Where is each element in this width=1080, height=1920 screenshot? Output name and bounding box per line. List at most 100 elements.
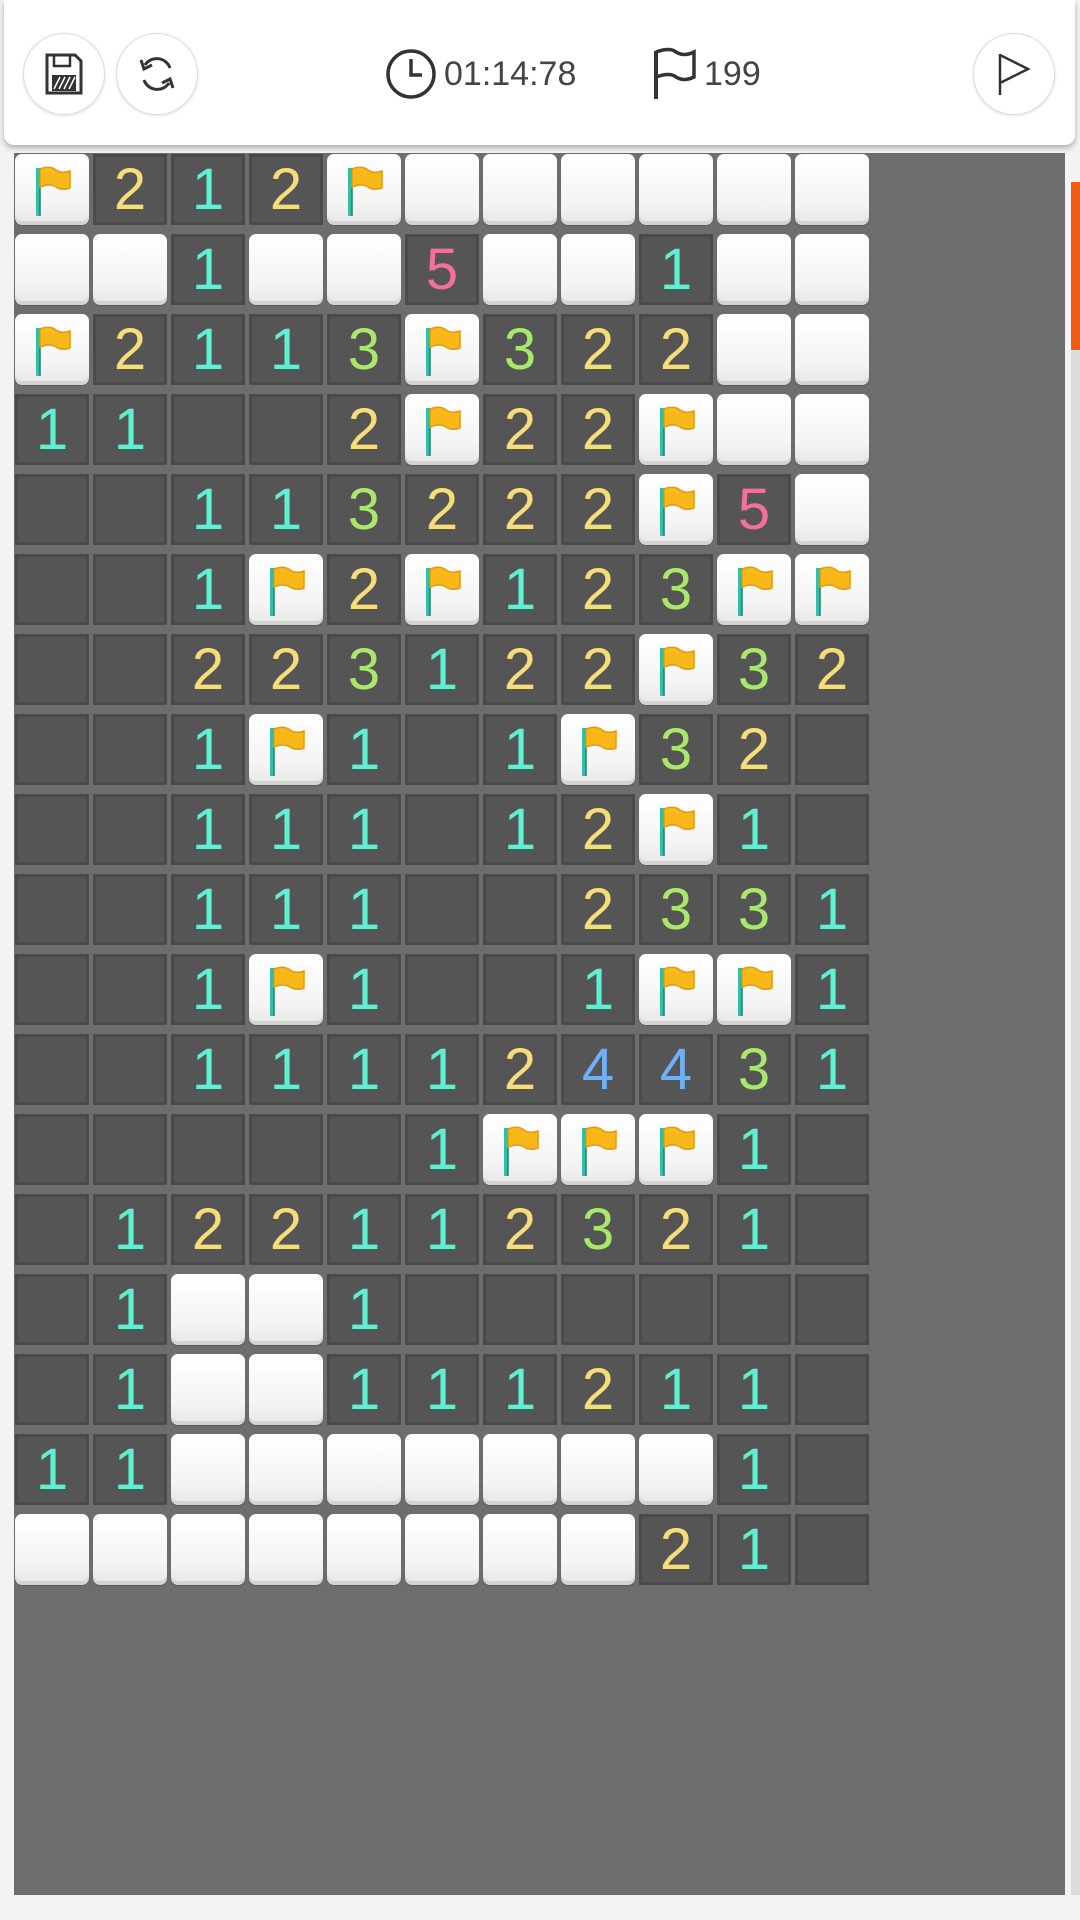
number-cell[interactable]: 2 xyxy=(249,154,323,225)
flagged-cell[interactable] xyxy=(483,1114,557,1185)
number-cell[interactable]: 1 xyxy=(795,874,869,945)
empty-cell[interactable] xyxy=(93,474,167,545)
number-cell[interactable]: 2 xyxy=(483,474,557,545)
covered-cell[interactable] xyxy=(639,154,713,225)
covered-cell[interactable] xyxy=(93,1514,167,1585)
empty-cell[interactable] xyxy=(327,1114,401,1185)
covered-cell[interactable] xyxy=(405,1434,479,1505)
number-cell[interactable]: 1 xyxy=(795,1034,869,1105)
empty-cell[interactable] xyxy=(15,794,89,865)
flagged-cell[interactable] xyxy=(795,554,869,625)
flagged-cell[interactable] xyxy=(639,1114,713,1185)
number-cell[interactable]: 1 xyxy=(171,714,245,785)
number-cell[interactable]: 1 xyxy=(483,794,557,865)
flagged-cell[interactable] xyxy=(639,954,713,1025)
number-cell[interactable]: 2 xyxy=(483,394,557,465)
number-cell[interactable]: 1 xyxy=(717,1194,791,1265)
covered-cell[interactable] xyxy=(327,1514,401,1585)
empty-cell[interactable] xyxy=(93,954,167,1025)
covered-cell[interactable] xyxy=(561,154,635,225)
number-cell[interactable]: 2 xyxy=(717,714,791,785)
number-cell[interactable]: 2 xyxy=(639,1194,713,1265)
covered-cell[interactable] xyxy=(483,234,557,305)
number-cell[interactable]: 1 xyxy=(171,314,245,385)
number-cell[interactable]: 1 xyxy=(93,1434,167,1505)
number-cell[interactable]: 2 xyxy=(561,634,635,705)
number-cell[interactable]: 1 xyxy=(483,714,557,785)
number-cell[interactable]: 3 xyxy=(717,874,791,945)
number-cell[interactable]: 1 xyxy=(327,954,401,1025)
number-cell[interactable]: 2 xyxy=(639,314,713,385)
flagged-cell[interactable] xyxy=(639,794,713,865)
number-cell[interactable]: 3 xyxy=(327,314,401,385)
covered-cell[interactable] xyxy=(795,314,869,385)
number-cell[interactable]: 1 xyxy=(717,1434,791,1505)
number-cell[interactable]: 2 xyxy=(249,634,323,705)
number-cell[interactable]: 1 xyxy=(717,1114,791,1185)
empty-cell[interactable] xyxy=(93,874,167,945)
number-cell[interactable]: 4 xyxy=(561,1034,635,1105)
number-cell[interactable]: 1 xyxy=(93,1194,167,1265)
number-cell[interactable]: 2 xyxy=(327,554,401,625)
covered-cell[interactable] xyxy=(171,1434,245,1505)
empty-cell[interactable] xyxy=(15,714,89,785)
number-cell[interactable]: 3 xyxy=(639,874,713,945)
covered-cell[interactable] xyxy=(405,1514,479,1585)
covered-cell[interactable] xyxy=(249,1354,323,1425)
empty-cell[interactable] xyxy=(405,794,479,865)
covered-cell[interactable] xyxy=(561,234,635,305)
empty-cell[interactable] xyxy=(93,714,167,785)
number-cell[interactable]: 1 xyxy=(561,954,635,1025)
empty-cell[interactable] xyxy=(15,1274,89,1345)
number-cell[interactable]: 1 xyxy=(93,1354,167,1425)
number-cell[interactable]: 2 xyxy=(405,474,479,545)
number-cell[interactable]: 1 xyxy=(639,234,713,305)
number-cell[interactable]: 1 xyxy=(717,1354,791,1425)
number-cell[interactable]: 2 xyxy=(561,554,635,625)
covered-cell[interactable] xyxy=(483,154,557,225)
empty-cell[interactable] xyxy=(93,1034,167,1105)
empty-cell[interactable] xyxy=(795,794,869,865)
number-cell[interactable]: 1 xyxy=(171,1034,245,1105)
number-cell[interactable]: 1 xyxy=(171,234,245,305)
covered-cell[interactable] xyxy=(327,1434,401,1505)
number-cell[interactable]: 2 xyxy=(171,1194,245,1265)
covered-cell[interactable] xyxy=(717,394,791,465)
empty-cell[interactable] xyxy=(15,874,89,945)
empty-cell[interactable] xyxy=(15,1194,89,1265)
number-cell[interactable]: 1 xyxy=(171,554,245,625)
empty-cell[interactable] xyxy=(249,394,323,465)
number-cell[interactable]: 2 xyxy=(561,794,635,865)
number-cell[interactable]: 2 xyxy=(327,394,401,465)
number-cell[interactable]: 1 xyxy=(15,394,89,465)
number-cell[interactable]: 2 xyxy=(483,634,557,705)
number-cell[interactable]: 1 xyxy=(639,1354,713,1425)
number-cell[interactable]: 5 xyxy=(405,234,479,305)
number-cell[interactable]: 1 xyxy=(327,874,401,945)
covered-cell[interactable] xyxy=(717,154,791,225)
number-cell[interactable]: 5 xyxy=(717,474,791,545)
number-cell[interactable]: 1 xyxy=(249,1034,323,1105)
covered-cell[interactable] xyxy=(327,234,401,305)
number-cell[interactable]: 1 xyxy=(405,1354,479,1425)
covered-cell[interactable] xyxy=(249,1434,323,1505)
flagged-cell[interactable] xyxy=(405,314,479,385)
number-cell[interactable]: 1 xyxy=(405,634,479,705)
empty-cell[interactable] xyxy=(795,1434,869,1505)
number-cell[interactable]: 2 xyxy=(483,1194,557,1265)
number-cell[interactable]: 1 xyxy=(405,1114,479,1185)
covered-cell[interactable] xyxy=(795,394,869,465)
covered-cell[interactable] xyxy=(93,234,167,305)
flagged-cell[interactable] xyxy=(249,554,323,625)
covered-cell[interactable] xyxy=(15,1514,89,1585)
empty-cell[interactable] xyxy=(795,1274,869,1345)
number-cell[interactable]: 1 xyxy=(171,794,245,865)
number-cell[interactable]: 1 xyxy=(405,1034,479,1105)
covered-cell[interactable] xyxy=(171,1354,245,1425)
flagged-cell[interactable] xyxy=(327,154,401,225)
covered-cell[interactable] xyxy=(15,234,89,305)
covered-cell[interactable] xyxy=(171,1514,245,1585)
empty-cell[interactable] xyxy=(405,954,479,1025)
number-cell[interactable]: 3 xyxy=(483,314,557,385)
flagged-cell[interactable] xyxy=(249,714,323,785)
